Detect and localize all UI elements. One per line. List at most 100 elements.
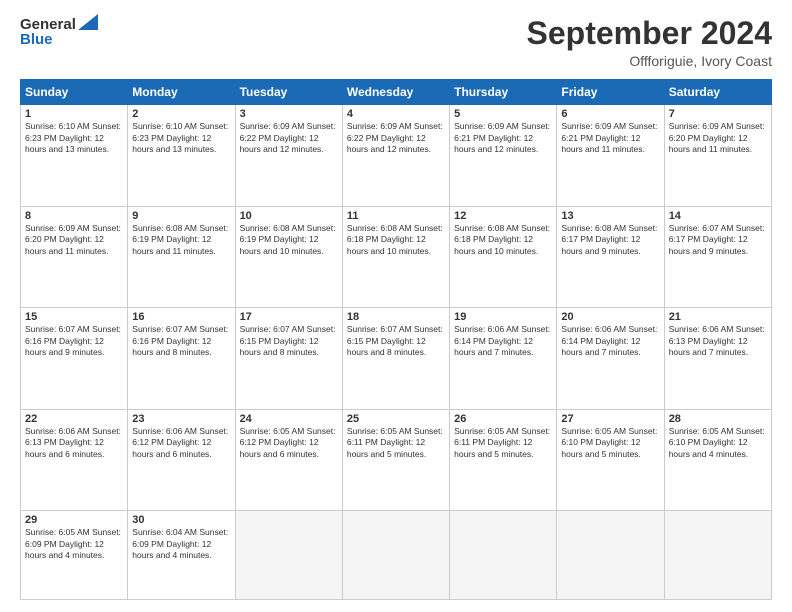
day-info: Sunrise: 6:04 AM Sunset: 6:09 PM Dayligh… xyxy=(132,527,230,561)
day-info: Sunrise: 6:07 AM Sunset: 6:15 PM Dayligh… xyxy=(240,324,338,358)
day-number: 27 xyxy=(561,413,659,425)
col-thursday: Thursday xyxy=(450,80,557,105)
table-row: 24Sunrise: 6:05 AM Sunset: 6:12 PM Dayli… xyxy=(235,409,342,511)
day-number: 19 xyxy=(454,311,552,323)
table-row: 10Sunrise: 6:08 AM Sunset: 6:19 PM Dayli… xyxy=(235,206,342,308)
day-number: 10 xyxy=(240,210,338,222)
day-info: Sunrise: 6:08 AM Sunset: 6:19 PM Dayligh… xyxy=(240,223,338,257)
col-tuesday: Tuesday xyxy=(235,80,342,105)
day-number: 12 xyxy=(454,210,552,222)
day-number: 11 xyxy=(347,210,445,222)
col-saturday: Saturday xyxy=(664,80,771,105)
day-number: 25 xyxy=(347,413,445,425)
month-title: September 2024 xyxy=(527,16,772,51)
day-info: Sunrise: 6:09 AM Sunset: 6:20 PM Dayligh… xyxy=(25,223,123,257)
week-row: 29Sunrise: 6:05 AM Sunset: 6:09 PM Dayli… xyxy=(21,511,772,600)
table-row xyxy=(557,511,664,600)
table-row: 7Sunrise: 6:09 AM Sunset: 6:20 PM Daylig… xyxy=(664,105,771,207)
day-number: 8 xyxy=(25,210,123,222)
week-row: 1Sunrise: 6:10 AM Sunset: 6:23 PM Daylig… xyxy=(21,105,772,207)
day-info: Sunrise: 6:06 AM Sunset: 6:12 PM Dayligh… xyxy=(132,426,230,460)
table-row: 3Sunrise: 6:09 AM Sunset: 6:22 PM Daylig… xyxy=(235,105,342,207)
table-row: 25Sunrise: 6:05 AM Sunset: 6:11 PM Dayli… xyxy=(342,409,449,511)
table-row: 13Sunrise: 6:08 AM Sunset: 6:17 PM Dayli… xyxy=(557,206,664,308)
day-info: Sunrise: 6:09 AM Sunset: 6:21 PM Dayligh… xyxy=(454,121,552,155)
table-row: 28Sunrise: 6:05 AM Sunset: 6:10 PM Dayli… xyxy=(664,409,771,511)
table-row: 5Sunrise: 6:09 AM Sunset: 6:21 PM Daylig… xyxy=(450,105,557,207)
table-row: 20Sunrise: 6:06 AM Sunset: 6:14 PM Dayli… xyxy=(557,308,664,410)
table-row xyxy=(664,511,771,600)
title-block: September 2024 Offforiguie, Ivory Coast xyxy=(527,16,772,69)
day-number: 17 xyxy=(240,311,338,323)
table-row: 2Sunrise: 6:10 AM Sunset: 6:23 PM Daylig… xyxy=(128,105,235,207)
day-number: 30 xyxy=(132,514,230,526)
table-row xyxy=(235,511,342,600)
table-row: 9Sunrise: 6:08 AM Sunset: 6:19 PM Daylig… xyxy=(128,206,235,308)
day-number: 5 xyxy=(454,108,552,120)
logo: General Blue xyxy=(20,16,98,49)
col-monday: Monday xyxy=(128,80,235,105)
day-number: 29 xyxy=(25,514,123,526)
table-row: 26Sunrise: 6:05 AM Sunset: 6:11 PM Dayli… xyxy=(450,409,557,511)
table-row: 4Sunrise: 6:09 AM Sunset: 6:22 PM Daylig… xyxy=(342,105,449,207)
day-number: 26 xyxy=(454,413,552,425)
day-info: Sunrise: 6:07 AM Sunset: 6:16 PM Dayligh… xyxy=(25,324,123,358)
day-number: 24 xyxy=(240,413,338,425)
day-number: 13 xyxy=(561,210,659,222)
day-info: Sunrise: 6:06 AM Sunset: 6:14 PM Dayligh… xyxy=(454,324,552,358)
day-info: Sunrise: 6:09 AM Sunset: 6:22 PM Dayligh… xyxy=(347,121,445,155)
week-row: 22Sunrise: 6:06 AM Sunset: 6:13 PM Dayli… xyxy=(21,409,772,511)
table-row: 8Sunrise: 6:09 AM Sunset: 6:20 PM Daylig… xyxy=(21,206,128,308)
week-row: 8Sunrise: 6:09 AM Sunset: 6:20 PM Daylig… xyxy=(21,206,772,308)
table-row xyxy=(342,511,449,600)
table-row: 17Sunrise: 6:07 AM Sunset: 6:15 PM Dayli… xyxy=(235,308,342,410)
day-number: 28 xyxy=(669,413,767,425)
day-info: Sunrise: 6:07 AM Sunset: 6:16 PM Dayligh… xyxy=(132,324,230,358)
day-info: Sunrise: 6:08 AM Sunset: 6:18 PM Dayligh… xyxy=(454,223,552,257)
table-row: 12Sunrise: 6:08 AM Sunset: 6:18 PM Dayli… xyxy=(450,206,557,308)
day-info: Sunrise: 6:08 AM Sunset: 6:18 PM Dayligh… xyxy=(347,223,445,257)
location: Offforiguie, Ivory Coast xyxy=(527,53,772,69)
day-info: Sunrise: 6:05 AM Sunset: 6:12 PM Dayligh… xyxy=(240,426,338,460)
table-row: 29Sunrise: 6:05 AM Sunset: 6:09 PM Dayli… xyxy=(21,511,128,600)
day-number: 6 xyxy=(561,108,659,120)
day-info: Sunrise: 6:05 AM Sunset: 6:09 PM Dayligh… xyxy=(25,527,123,561)
day-number: 15 xyxy=(25,311,123,323)
table-row: 23Sunrise: 6:06 AM Sunset: 6:12 PM Dayli… xyxy=(128,409,235,511)
day-number: 22 xyxy=(25,413,123,425)
day-number: 7 xyxy=(669,108,767,120)
table-row: 15Sunrise: 6:07 AM Sunset: 6:16 PM Dayli… xyxy=(21,308,128,410)
week-row: 15Sunrise: 6:07 AM Sunset: 6:16 PM Dayli… xyxy=(21,308,772,410)
day-number: 14 xyxy=(669,210,767,222)
col-sunday: Sunday xyxy=(21,80,128,105)
day-info: Sunrise: 6:08 AM Sunset: 6:19 PM Dayligh… xyxy=(132,223,230,257)
header: General Blue September 2024 Offforiguie,… xyxy=(20,16,772,69)
table-row: 6Sunrise: 6:09 AM Sunset: 6:21 PM Daylig… xyxy=(557,105,664,207)
table-row: 16Sunrise: 6:07 AM Sunset: 6:16 PM Dayli… xyxy=(128,308,235,410)
day-info: Sunrise: 6:08 AM Sunset: 6:17 PM Dayligh… xyxy=(561,223,659,257)
table-row: 1Sunrise: 6:10 AM Sunset: 6:23 PM Daylig… xyxy=(21,105,128,207)
day-number: 21 xyxy=(669,311,767,323)
table-row: 21Sunrise: 6:06 AM Sunset: 6:13 PM Dayli… xyxy=(664,308,771,410)
day-number: 18 xyxy=(347,311,445,323)
day-info: Sunrise: 6:07 AM Sunset: 6:17 PM Dayligh… xyxy=(669,223,767,257)
day-info: Sunrise: 6:10 AM Sunset: 6:23 PM Dayligh… xyxy=(25,121,123,155)
day-number: 23 xyxy=(132,413,230,425)
day-number: 3 xyxy=(240,108,338,120)
day-info: Sunrise: 6:05 AM Sunset: 6:10 PM Dayligh… xyxy=(669,426,767,460)
day-info: Sunrise: 6:09 AM Sunset: 6:22 PM Dayligh… xyxy=(240,121,338,155)
day-number: 2 xyxy=(132,108,230,120)
day-info: Sunrise: 6:05 AM Sunset: 6:11 PM Dayligh… xyxy=(454,426,552,460)
day-info: Sunrise: 6:10 AM Sunset: 6:23 PM Dayligh… xyxy=(132,121,230,155)
table-row: 30Sunrise: 6:04 AM Sunset: 6:09 PM Dayli… xyxy=(128,511,235,600)
col-wednesday: Wednesday xyxy=(342,80,449,105)
table-row: 18Sunrise: 6:07 AM Sunset: 6:15 PM Dayli… xyxy=(342,308,449,410)
day-number: 9 xyxy=(132,210,230,222)
day-number: 16 xyxy=(132,311,230,323)
day-info: Sunrise: 6:06 AM Sunset: 6:13 PM Dayligh… xyxy=(25,426,123,460)
col-friday: Friday xyxy=(557,80,664,105)
table-row: 19Sunrise: 6:06 AM Sunset: 6:14 PM Dayli… xyxy=(450,308,557,410)
table-row: 22Sunrise: 6:06 AM Sunset: 6:13 PM Dayli… xyxy=(21,409,128,511)
day-info: Sunrise: 6:05 AM Sunset: 6:10 PM Dayligh… xyxy=(561,426,659,460)
calendar: Sunday Monday Tuesday Wednesday Thursday… xyxy=(20,79,772,600)
